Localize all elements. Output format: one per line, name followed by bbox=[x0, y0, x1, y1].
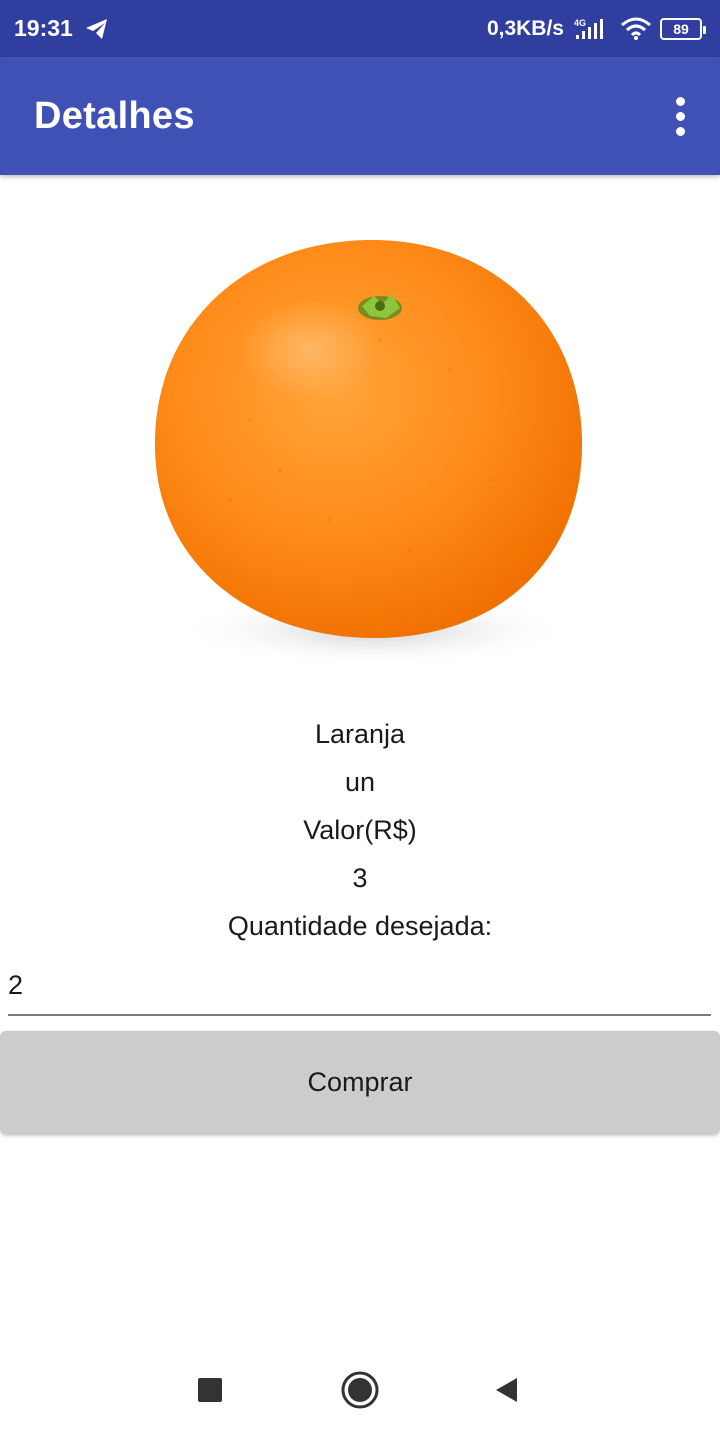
price-value: 3 bbox=[352, 863, 368, 893]
product-unit: un bbox=[344, 767, 376, 797]
telegram-icon bbox=[85, 18, 109, 40]
nav-bar bbox=[0, 1340, 720, 1440]
more-vert-icon[interactable] bbox=[660, 86, 700, 146]
recent-apps-icon[interactable] bbox=[190, 1370, 230, 1410]
home-icon[interactable] bbox=[340, 1370, 380, 1410]
product-details: Laranja un Valor(R$) 3 Quantidade deseja… bbox=[0, 710, 720, 950]
net-speed: 0,3KB/s bbox=[486, 16, 564, 40]
quantity-input[interactable] bbox=[8, 962, 711, 1016]
app-bar: Detalhes bbox=[0, 57, 720, 175]
battery-level: 89 bbox=[660, 17, 706, 40]
back-icon[interactable] bbox=[486, 1370, 526, 1410]
wifi-icon bbox=[620, 17, 652, 41]
status-time: 19:31 bbox=[14, 15, 73, 41]
network-type: 4G bbox=[574, 18, 586, 28]
price-label: Valor(R$) bbox=[303, 815, 417, 845]
status-bar: 19:31 0,3KB/s 4G 89 bbox=[0, 0, 720, 57]
quantity-label: Quantidade desejada: bbox=[227, 911, 493, 941]
signal-icon: 4G bbox=[572, 17, 612, 41]
status-right: 0,3KB/s 4G 89 bbox=[487, 17, 706, 41]
product-name: Laranja bbox=[314, 719, 406, 749]
battery-icon: 89 bbox=[660, 17, 706, 40]
buy-button[interactable]: Comprar bbox=[0, 1031, 720, 1133]
product-image bbox=[130, 220, 600, 680]
page-title: Detalhes bbox=[34, 94, 195, 137]
